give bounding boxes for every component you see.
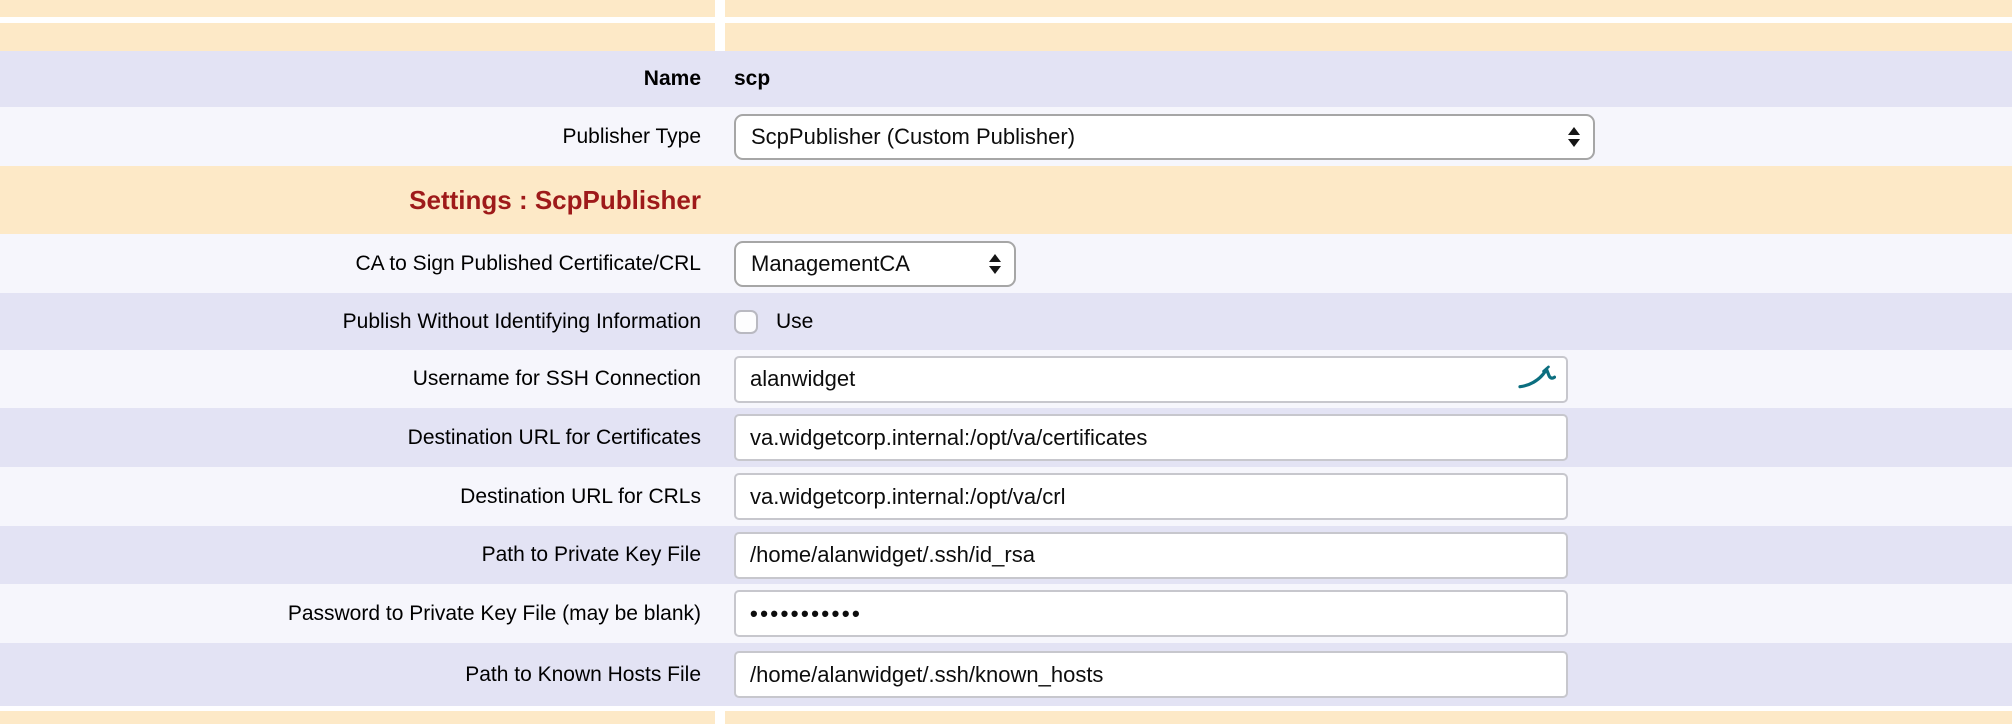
publisher-type-select[interactable]: ScpPublisher (Custom Publisher) — [734, 114, 1595, 160]
publisher-type-selected-value: ScpPublisher (Custom Publisher) — [751, 124, 1075, 150]
top-band-lower — [0, 23, 2012, 51]
settings-header-title: Settings : ScpPublisher — [0, 185, 715, 216]
row-private-key-password: Password to Private Key File (may be bla… — [0, 584, 2012, 643]
ca-selected-value: ManagementCA — [751, 251, 910, 277]
bottom-band-left — [0, 711, 715, 724]
private-key-path-input[interactable] — [734, 532, 1568, 579]
anonymize-label: Publish Without Identifying Information — [0, 309, 715, 334]
row-ssh-username: Username for SSH Connection — [0, 350, 2012, 408]
ca-select[interactable]: ManagementCA — [734, 241, 1016, 287]
ssh-username-field-wrap — [734, 356, 1568, 403]
row-private-key-path: Path to Private Key File — [0, 526, 2012, 584]
top-band-lower-right — [725, 23, 2012, 51]
known-hosts-path-label: Path to Known Hosts File — [0, 662, 715, 687]
ca-label: CA to Sign Published Certificate/CRL — [0, 251, 715, 276]
ssh-username-input[interactable] — [734, 356, 1568, 403]
row-dest-certificates: Destination URL for Certificates — [0, 408, 2012, 467]
row-ca-select: CA to Sign Published Certificate/CRL Man… — [0, 234, 2012, 293]
row-name: Name scp — [0, 51, 2012, 107]
bottom-band-right — [725, 711, 2012, 724]
dest-certificates-label: Destination URL for Certificates — [0, 425, 715, 450]
top-band-upper-right — [725, 0, 2012, 17]
dest-crls-label: Destination URL for CRLs — [0, 484, 715, 509]
publisher-settings-page: Name scp Publisher Type ScpPublisher (Cu… — [0, 0, 2012, 724]
private-key-path-label: Path to Private Key File — [0, 542, 715, 567]
known-hosts-path-input[interactable] — [734, 651, 1568, 698]
anonymize-checkbox[interactable] — [734, 310, 758, 334]
private-key-password-input[interactable] — [734, 590, 1568, 637]
row-publisher-type: Publisher Type ScpPublisher (Custom Publ… — [0, 107, 2012, 166]
dest-certificates-input[interactable] — [734, 414, 1568, 461]
bottom-band — [0, 711, 2012, 724]
dest-crls-input[interactable] — [734, 473, 1568, 520]
column-gap — [715, 711, 725, 724]
top-band-upper — [0, 0, 2012, 17]
row-known-hosts-path: Path to Known Hosts File — [0, 643, 2012, 706]
private-key-password-label: Password to Private Key File (may be bla… — [0, 601, 715, 626]
row-dest-crls: Destination URL for CRLs — [0, 467, 2012, 526]
name-label: Name — [0, 66, 715, 91]
row-anonymize: Publish Without Identifying Information … — [0, 293, 2012, 350]
top-band-upper-left — [0, 0, 715, 17]
select-up-down-arrows-icon — [975, 254, 1001, 274]
column-gap — [715, 23, 725, 51]
ssh-username-label: Username for SSH Connection — [0, 366, 715, 391]
publisher-type-label: Publisher Type — [0, 124, 715, 149]
column-gap — [715, 0, 725, 17]
anonymize-checkbox-label: Use — [776, 310, 813, 334]
publisher-name-value: scp — [734, 67, 770, 91]
settings-header-band: Settings : ScpPublisher — [0, 166, 2012, 234]
dashlane-icon[interactable] — [1518, 365, 1556, 391]
top-band-lower-left — [0, 23, 715, 51]
select-up-down-arrows-icon — [1554, 127, 1580, 147]
